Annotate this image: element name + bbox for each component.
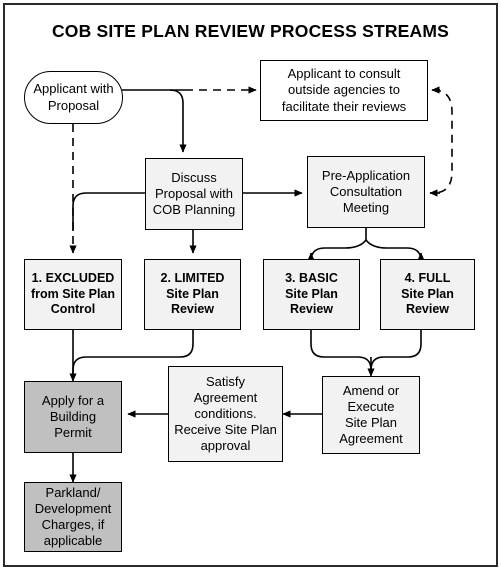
node-parkland-development-charges[interactable]: Parkland/ Development Charges, if applic… [24,482,122,552]
node-label: 4. FULL Site Plan Review [401,271,454,317]
connector-applicant-to-discuss [169,89,187,153]
node-stream-3-basic[interactable]: 3. BASIC Site Plan Review [263,259,360,330]
node-label: Parkland/ Development Charges, if applic… [34,484,112,549]
node-label: 1. EXCLUDED from Site Plan Control [30,271,116,317]
connector-preapp-consult-loop [432,89,453,194]
node-pre-application-consultation-meeting[interactable]: Pre-Application Consultation Meeting [307,156,425,228]
connector-preapp-to-stream4 [365,239,425,262]
connector-discuss-to-stream1 [72,192,145,231]
node-satisfy-agreement-conditions[interactable]: Satisfy Agreement conditions. Receive Si… [168,366,283,462]
connector-stream3-merge [310,330,372,371]
node-label: 3. BASIC Site Plan Review [285,271,338,317]
connector-stream4-merge [370,330,422,371]
node-label: Discuss Proposal with COB Planning [152,169,236,218]
node-label: 2. LIMITED Site Plan Review [160,271,225,317]
node-label: Pre-Application Consultation Meeting [321,167,411,216]
node-stream-4-full[interactable]: 4. FULL Site Plan Review [380,259,475,330]
node-label: Satisfy Agreement conditions. Receive Si… [174,373,277,454]
node-label: Applicant to consult outside agencies to… [281,66,407,114]
node-discuss-proposal-cob-planning[interactable]: Discuss Proposal with COB Planning [145,158,243,230]
node-stream-1-excluded[interactable]: 1. EXCLUDED from Site Plan Control [24,259,122,330]
node-label: Apply for a Building Permit [41,392,105,441]
connector-preapp-to-stream3 [307,239,367,262]
node-label: Amend or Execute Site Plan Agreement [339,382,403,447]
node-amend-execute-site-plan-agreement[interactable]: Amend or Execute Site Plan Agreement [322,376,420,454]
node-applicant-with-proposal[interactable]: Applicant with Proposal [24,71,123,124]
flowchart-diagram: COB SITE PLAN REVIEW PROCESS STREAMS App… [0,0,501,570]
node-applicant-consult-agencies[interactable]: Applicant to consult outside agencies to… [260,60,428,121]
node-label: Applicant with Proposal [33,81,114,113]
node-stream-2-limited[interactable]: 2. LIMITED Site Plan Review [144,259,241,330]
node-apply-building-permit[interactable]: Apply for a Building Permit [24,381,122,453]
